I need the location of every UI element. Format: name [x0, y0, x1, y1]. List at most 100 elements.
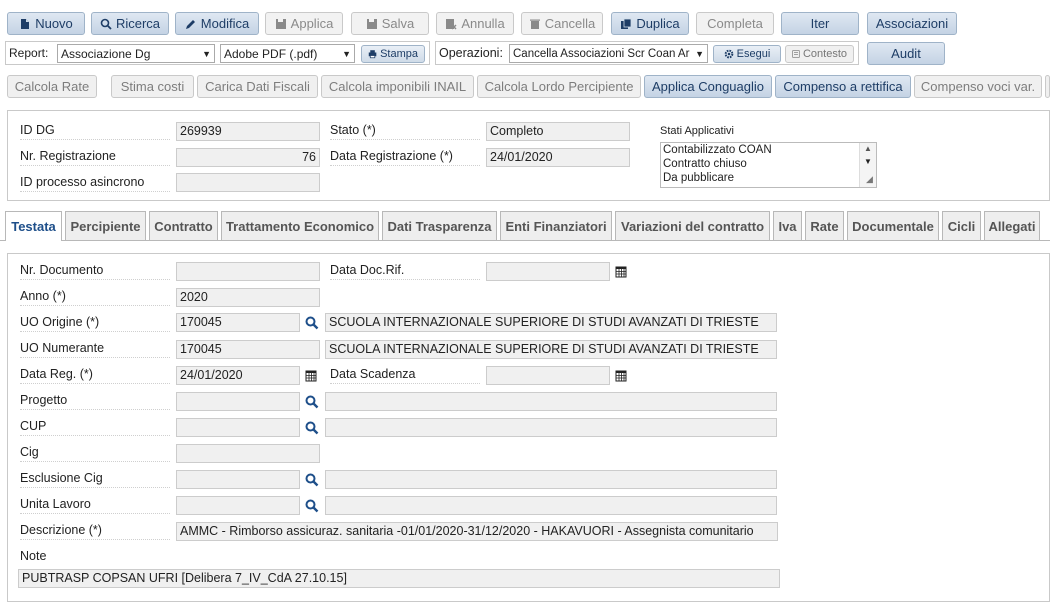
operazioni-select[interactable]: Cancella Associazioni Scr Coan Ar ▼ [509, 44, 708, 63]
search-icon[interactable] [305, 316, 319, 330]
applica-conguaglio-button[interactable]: Applica Conguaglio [644, 75, 772, 98]
cup-desc-field [325, 418, 777, 437]
duplica-button[interactable]: Duplica [611, 12, 689, 35]
stati-applicativi-label: Stati Applicativi [660, 125, 734, 137]
data-registrazione-field: 24/01/2020 [486, 148, 630, 167]
id-dg-field: 269939 [176, 122, 320, 141]
tab-dati-trasparenza[interactable]: Dati Trasparenza [382, 211, 497, 240]
nr-registrazione-field: 76 [176, 148, 320, 167]
search-icon[interactable] [305, 473, 319, 487]
data-reg-field[interactable]: 24/01/2020 [176, 366, 300, 385]
scroll-down-icon[interactable]: ▼ [864, 157, 872, 166]
unita-lavoro-label: Unita Lavoro [20, 497, 170, 514]
active-tab-gap [6, 240, 61, 241]
esclusione-cig-code-field[interactable] [176, 470, 300, 489]
contesto-button[interactable]: Contesto [785, 45, 854, 63]
calendar-icon[interactable] [305, 369, 317, 382]
data-doc-rif-field[interactable] [486, 262, 610, 281]
stima-costi-button[interactable]: Stima costi [111, 75, 194, 98]
completa-button[interactable]: Completa [696, 12, 774, 35]
anno-field[interactable]: 2020 [176, 288, 320, 307]
trash-icon [529, 19, 540, 29]
tab-percipiente[interactable]: Percipiente [65, 211, 146, 240]
compenso-rettifica-button[interactable]: Compenso a rettifica [775, 75, 911, 98]
tab-trattamento-economico[interactable]: Trattamento Economico [221, 211, 379, 240]
data-doc-rif-label: Data Doc.Rif. [330, 263, 480, 280]
calcola-rate-button[interactable]: Calcola Rate [7, 75, 97, 98]
search-icon[interactable] [305, 421, 319, 435]
ricerca-button[interactable]: Ricerca [91, 12, 169, 35]
tab-variazioni-contratto[interactable]: Variazioni del contratto [615, 211, 770, 240]
calendar-icon[interactable] [615, 369, 627, 382]
unita-lavoro-code-field[interactable] [176, 496, 300, 515]
listbox-scrollbar[interactable]: ▲ ▼ ◢ [859, 143, 876, 187]
tab-allegati[interactable]: Allegati [984, 211, 1040, 240]
search-icon[interactable] [305, 395, 319, 409]
calcola-lordo-button[interactable]: Calcola Lordo Percipiente [477, 75, 641, 98]
cup-label: CUP [20, 419, 170, 436]
data-scadenza-field[interactable] [486, 366, 610, 385]
list-item[interactable]: Contabilizzato COAN [661, 143, 876, 157]
stati-applicativi-listbox[interactable]: Contabilizzato COAN Contratto chiuso Da … [660, 142, 877, 188]
cancel-edit-icon [446, 18, 457, 30]
descrizione-field[interactable]: AMMC - Rimborso assicuraz. sanitaria -01… [176, 522, 778, 541]
tab-contratto[interactable]: Contratto [149, 211, 218, 240]
overflow-button[interactable] [1045, 75, 1050, 98]
audit-button[interactable]: Audit [867, 42, 945, 65]
applica-button[interactable]: Applica [265, 12, 343, 35]
tab-testata[interactable]: Testata [5, 211, 62, 241]
tab-rate[interactable]: Rate [805, 211, 844, 240]
chevron-down-icon: ▼ [695, 48, 704, 59]
context-icon [792, 50, 800, 58]
stampa-button[interactable]: Stampa [361, 45, 425, 63]
stato-label: Stato (*) [330, 123, 480, 140]
uo-origine-desc-field: SCUOLA INTERNAZIONALE SUPERIORE DI STUDI… [325, 313, 777, 332]
compenso-voci-button[interactable]: Compenso voci var. [914, 75, 1042, 98]
data-registrazione-label: Data Registrazione (*) [330, 149, 480, 166]
operazioni-label: Operazioni: [439, 46, 503, 60]
cig-label: Cig [20, 445, 170, 462]
uo-origine-code-field[interactable]: 170045 [176, 313, 300, 332]
cig-field[interactable] [176, 444, 320, 463]
tab-cicli[interactable]: Cicli [942, 211, 981, 240]
progetto-code-field[interactable] [176, 392, 300, 411]
nuovo-button[interactable]: Nuovo [7, 12, 85, 35]
list-item[interactable]: Contratto chiuso [661, 157, 876, 171]
uo-numerante-desc-field: SCUOLA INTERNAZIONALE SUPERIORE DI STUDI… [325, 340, 777, 359]
calendar-icon[interactable] [615, 265, 627, 278]
salva-button[interactable]: Salva [351, 12, 429, 35]
save-check-icon [366, 18, 377, 29]
list-item[interactable]: Da pubblicare [661, 171, 876, 185]
anno-label: Anno (*) [20, 289, 170, 306]
cancella-button[interactable]: Cancella [521, 12, 603, 35]
data-scadenza-label: Data Scadenza [330, 367, 480, 384]
tab-iva[interactable]: Iva [773, 211, 802, 240]
calcola-imponibili-button[interactable]: Calcola imponibili INAIL [321, 75, 474, 98]
search-icon[interactable] [305, 499, 319, 513]
carica-dati-fiscali-button[interactable]: Carica Dati Fiscali [197, 75, 318, 98]
esclusione-cig-label: Esclusione Cig [20, 471, 170, 488]
tab-enti-finanziatori[interactable]: Enti Finanziatori [500, 211, 612, 240]
uo-origine-label: UO Origine (*) [20, 315, 170, 332]
chevron-down-icon: ▼ [202, 48, 211, 59]
duplicate-icon [621, 18, 632, 29]
associazioni-button[interactable]: Associazioni [867, 12, 957, 35]
report-select[interactable]: Associazione Dg ▼ [57, 44, 215, 63]
tab-documentale[interactable]: Documentale [847, 211, 939, 240]
esegui-button[interactable]: Esegui [713, 45, 781, 63]
cup-code-field[interactable] [176, 418, 300, 437]
resize-handle-icon[interactable]: ◢ [866, 174, 873, 185]
nr-documento-field[interactable] [176, 262, 320, 281]
modifica-button[interactable]: Modifica [175, 12, 259, 35]
note-field[interactable]: PUBTRASP COPSAN UFRI [Delibera 7_IV_CdA … [18, 569, 780, 588]
annulla-button[interactable]: Annulla [436, 12, 514, 35]
uo-numerante-code-field: 170045 [176, 340, 320, 359]
id-processo-label: ID processo asincrono [20, 175, 170, 192]
scroll-up-icon[interactable]: ▲ [864, 144, 872, 153]
iter-button[interactable]: Iter [781, 12, 859, 35]
id-processo-field [176, 173, 320, 192]
descrizione-label: Descrizione (*) [20, 523, 170, 540]
format-select[interactable]: Adobe PDF (.pdf) ▼ [220, 44, 355, 63]
stato-field: Completo [486, 122, 630, 141]
printer-icon [368, 50, 377, 59]
